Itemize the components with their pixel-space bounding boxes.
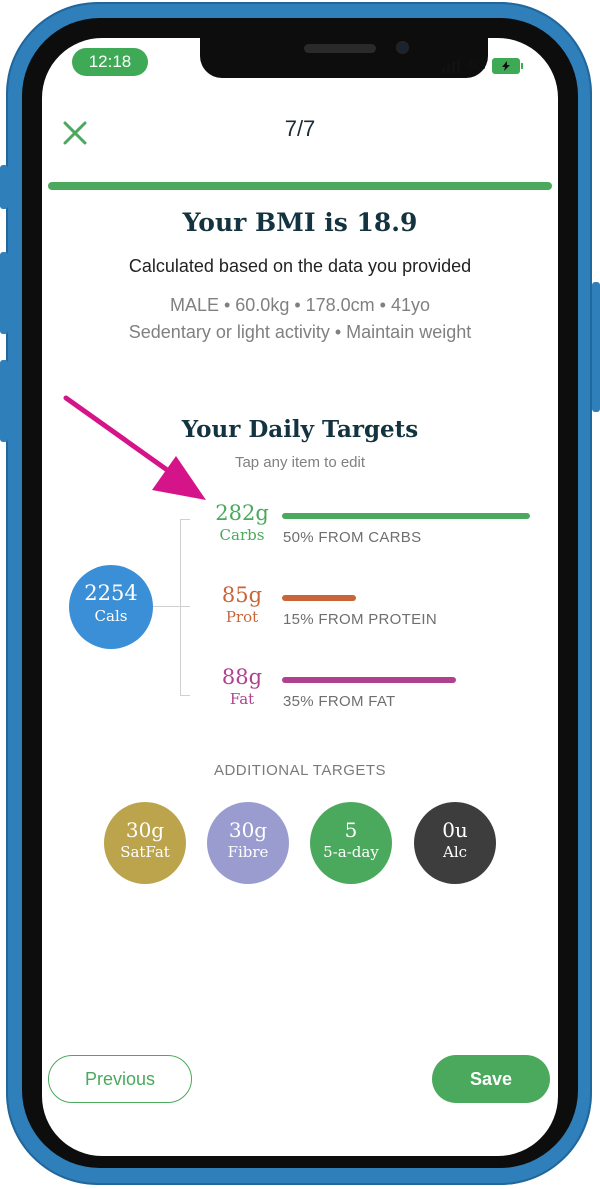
carbs-value: 282g	[215, 501, 269, 525]
carbs-percent-label: 50% FROM CARBS	[283, 529, 422, 546]
bracket-vertical	[180, 519, 181, 695]
battery-charging-icon	[492, 57, 524, 74]
macro-protein[interactable]: 85g Prot	[192, 583, 292, 626]
alcohol-label: Alc	[442, 843, 468, 861]
bracket-bottom	[180, 695, 190, 696]
fibre-label: Fibre	[227, 843, 269, 861]
previous-button[interactable]: Previous	[48, 1055, 192, 1103]
calories-circle[interactable]: 2254 Cals	[69, 565, 153, 649]
bmi-title: Your BMI is 18.9	[182, 208, 418, 237]
speaker	[304, 44, 376, 53]
satfat-circle[interactable]: 30g SatFat	[104, 802, 186, 884]
bmi-activity: Sedentary or light activity • Maintain w…	[128, 322, 472, 342]
side-button-volume-down	[0, 360, 8, 442]
satfat-value: 30g	[125, 818, 165, 842]
front-camera	[396, 41, 409, 54]
fat-value: 88g	[221, 665, 263, 689]
fat-label: Fat	[229, 690, 255, 708]
five-a-day-label: 5-a-day	[323, 843, 379, 861]
additional-targets-title: ADDITIONAL TARGETS	[213, 762, 387, 779]
status-time: 12:18	[72, 48, 148, 76]
network-label: 4G	[466, 57, 487, 74]
protein-value: 85g	[221, 583, 263, 607]
protein-bar[interactable]	[282, 595, 356, 601]
five-a-day-value: 5	[344, 818, 358, 842]
status-icons: 4G	[442, 57, 524, 74]
bmi-details: MALE • 60.0kg • 178.0cm • 41yo Sedentary…	[42, 292, 558, 346]
carbs-label: Carbs	[219, 526, 265, 544]
side-button-silent	[0, 165, 8, 209]
fat-bar[interactable]	[282, 677, 456, 683]
five-a-day-circle[interactable]: 5 5-a-day	[310, 802, 392, 884]
calories-label: Cals	[94, 607, 128, 625]
fibre-circle[interactable]: 30g Fibre	[207, 802, 289, 884]
bracket-top	[180, 519, 190, 520]
bmi-profile: MALE • 60.0kg • 178.0cm • 41yo	[169, 295, 431, 315]
satfat-label: SatFat	[120, 843, 170, 861]
progress-bar	[48, 182, 552, 190]
signal-icon	[442, 58, 460, 73]
calories-value: 2254	[84, 581, 138, 605]
macro-fat[interactable]: 88g Fat	[192, 665, 292, 708]
side-button-volume-up	[0, 252, 8, 334]
fat-percent-label: 35% FROM FAT	[283, 693, 396, 710]
macro-carbs[interactable]: 282g Carbs	[192, 501, 292, 544]
targets-hint: Tap any item to edit	[234, 454, 366, 471]
protein-label: Prot	[225, 608, 259, 626]
bmi-subtitle: Calculated based on the data you provide…	[128, 256, 472, 276]
step-indicator: 7/7	[284, 116, 316, 141]
protein-percent-label: 15% FROM PROTEIN	[283, 611, 437, 628]
targets-title: Your Daily Targets	[181, 416, 419, 443]
fibre-value: 30g	[228, 818, 268, 842]
bracket-middle	[153, 606, 190, 607]
side-button-power	[592, 282, 600, 412]
save-button[interactable]: Save	[432, 1055, 550, 1103]
carbs-bar[interactable]	[282, 513, 530, 519]
screen: 12:18 4G 7/7 Your BMI is 18.9 Calculated…	[42, 38, 558, 1156]
alcohol-value: 0u	[442, 818, 468, 842]
alcohol-circle[interactable]: 0u Alc	[414, 802, 496, 884]
